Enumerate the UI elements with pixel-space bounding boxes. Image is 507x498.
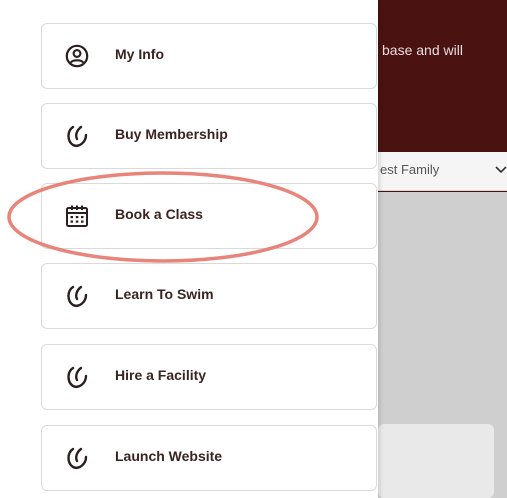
menu-item-learn-to-swim[interactable]: Learn To Swim bbox=[41, 263, 377, 329]
background-card bbox=[378, 424, 494, 498]
app-screen: base and will est Family My Info Buy Mem… bbox=[0, 0, 507, 498]
brand-swirl-icon bbox=[67, 366, 88, 388]
brand-swirl-icon bbox=[67, 285, 88, 307]
menu-item-launch-website[interactable]: Launch Website bbox=[41, 425, 377, 491]
menu-item-label: Buy Membership bbox=[115, 126, 228, 142]
background-header-text: base and will bbox=[382, 42, 463, 58]
brand-swirl-icon bbox=[67, 125, 88, 147]
menu-item-hire-a-facility[interactable]: Hire a Facility bbox=[41, 344, 377, 410]
menu-item-label: Hire a Facility bbox=[115, 367, 207, 383]
brand-swirl-icon bbox=[67, 447, 88, 469]
calendar-icon bbox=[66, 205, 88, 227]
family-member-select[interactable]: est Family bbox=[378, 152, 507, 191]
menu-item-label: Learn To Swim bbox=[115, 286, 214, 302]
menu-item-label: My Info bbox=[115, 46, 164, 62]
menu-item-label: Book a Class bbox=[115, 206, 203, 222]
menu-item-book-a-class[interactable]: Book a Class bbox=[41, 183, 377, 249]
family-member-select-value: est Family bbox=[380, 162, 440, 177]
menu-item-my-info[interactable]: My Info bbox=[41, 23, 377, 89]
user-circle-icon bbox=[65, 44, 89, 68]
menu-item-buy-membership[interactable]: Buy Membership bbox=[41, 103, 377, 169]
background-page: base and will est Family bbox=[378, 0, 507, 498]
menu-item-label: Launch Website bbox=[115, 448, 223, 464]
chevron-down-icon bbox=[495, 166, 507, 174]
side-drawer: My Info Buy Membership Book a Class Lear… bbox=[0, 0, 378, 498]
